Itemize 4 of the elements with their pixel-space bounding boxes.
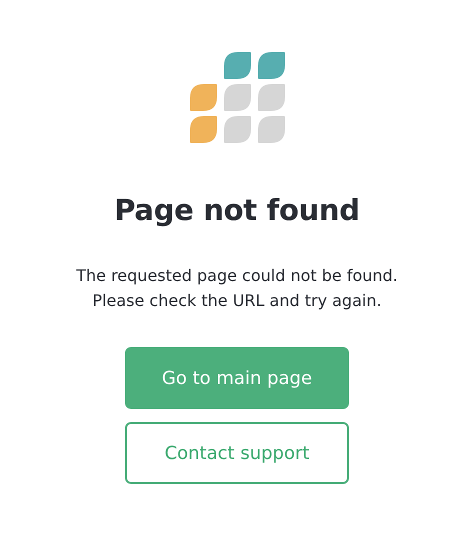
page-title: Page not found — [114, 193, 360, 227]
support-button[interactable]: Contact support — [125, 422, 349, 484]
error-message: The requested page could not be found. Please check the URL and try again. — [75, 265, 399, 312]
main-page-button[interactable]: Go to main page — [125, 347, 349, 409]
